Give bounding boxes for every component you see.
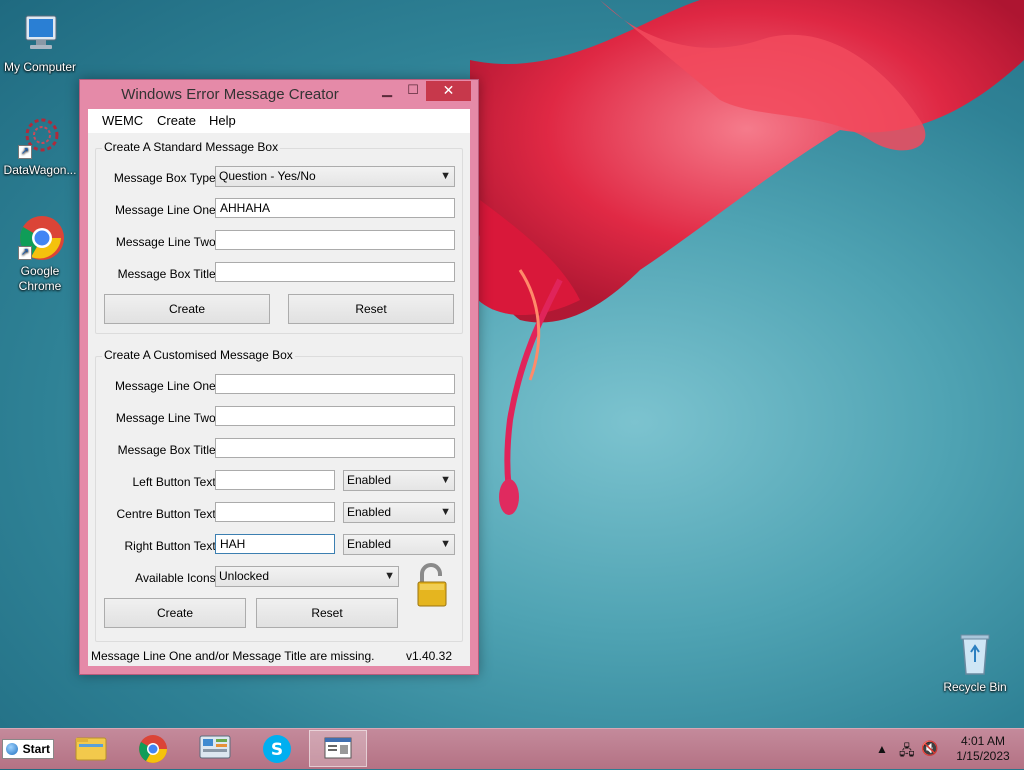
minimize-icon: ▁ <box>382 82 392 97</box>
desktop-icon-datawagon[interactable]: ↗ DataWagon... <box>0 113 80 178</box>
desktop-icon-label: My Computer <box>3 60 77 74</box>
recycle-bin-icon <box>951 630 999 678</box>
clock-date: 1/15/2023 <box>956 749 1010 763</box>
control-panel-icon <box>199 735 231 759</box>
status-bar: Message Line One and/or Message Title ar… <box>88 646 470 666</box>
taskbar-chrome[interactable] <box>124 730 182 767</box>
shortcut-arrow-icon: ↗ <box>18 246 32 260</box>
taskbar-wemc[interactable] <box>309 730 367 767</box>
datawagon-icon: ↗ <box>16 113 64 161</box>
menu-wemc[interactable]: WEMC <box>102 113 143 128</box>
cust-line-one-input[interactable] <box>215 374 455 394</box>
left-button-text-label: Left Button Text: <box>132 475 219 489</box>
chevron-down-icon: ▼ <box>440 170 451 182</box>
taskbar-file-explorer[interactable] <box>62 730 120 767</box>
start-button[interactable]: Start <box>2 739 54 759</box>
shortcut-arrow-icon: ↗ <box>18 145 32 159</box>
standard-message-group: Create A Standard Message Box Message Bo… <box>95 140 463 334</box>
cust-create-button[interactable]: Create <box>104 598 246 628</box>
wemc-app-icon <box>324 737 352 759</box>
chevron-down-icon: ▼ <box>440 474 451 486</box>
network-icon[interactable]: 🖧 <box>899 740 915 764</box>
centre-button-text-label: Centre Button Text: <box>116 507 219 521</box>
std-line-two-input[interactable] <box>215 230 455 250</box>
centre-button-state-value: Enabled <box>347 505 392 519</box>
desktop-icon-recycle-bin[interactable]: Recycle Bin <box>935 630 1015 695</box>
chevron-down-icon: ▼ <box>440 538 451 550</box>
std-title-input[interactable] <box>215 262 455 282</box>
right-button-text-input[interactable]: HAH <box>215 534 335 554</box>
cust-line-two-input[interactable] <box>215 406 455 426</box>
minimize-button[interactable]: ▁ <box>376 81 398 101</box>
maximize-button[interactable]: ☐ <box>402 81 424 101</box>
std-line-one-label: Message Line One: <box>114 203 219 217</box>
left-button-state-value: Enabled <box>347 473 392 487</box>
chrome-icon: ↗ <box>16 214 64 262</box>
window-title: Windows Error Message Creator <box>121 86 339 103</box>
available-icons-label: Available Icons: <box>135 571 219 585</box>
custom-message-group: Create A Customised Message Box Message … <box>95 348 463 642</box>
cust-line-one-label: Message Line One: <box>114 379 219 393</box>
std-create-button[interactable]: Create <box>104 294 270 324</box>
wemc-window: Windows Error Message Creator ▁ ☐ ✕ WEMC… <box>79 79 479 675</box>
volume-muted-icon[interactable]: 🔇 <box>921 740 938 757</box>
std-title-label: Message Box Title: <box>117 267 219 281</box>
close-icon: ✕ <box>442 82 455 98</box>
clock[interactable]: 4:01 AM 1/15/2023 <box>948 734 1018 764</box>
windows-orb-icon <box>6 743 18 755</box>
message-box-type-label: Message Box Type: <box>113 171 219 185</box>
message-box-type-select[interactable]: Question - Yes/No ▼ <box>215 166 455 187</box>
menu-help[interactable]: Help <box>209 113 236 128</box>
computer-icon <box>16 10 64 58</box>
version-label: v1.40.32 <box>405 649 452 663</box>
status-message: Message Line One and/or Message Title ar… <box>91 649 375 663</box>
show-hidden-icons-button[interactable]: ▲ <box>876 742 888 756</box>
cust-title-label: Message Box Title: <box>117 443 219 457</box>
chevron-down-icon: ▼ <box>384 570 395 582</box>
padlock-unlocked-icon[interactable] <box>414 562 450 608</box>
taskbar-skype[interactable]: S <box>248 730 306 767</box>
desktop-icon-label: Recycle Bin <box>943 680 1007 694</box>
centre-button-state-select[interactable]: Enabled ▼ <box>343 502 455 523</box>
close-button[interactable]: ✕ <box>426 81 471 101</box>
window-titlebar[interactable]: Windows Error Message Creator ▁ ☐ ✕ <box>80 80 478 108</box>
available-icons-value: Unlocked <box>219 569 270 583</box>
skype-icon: S <box>263 735 291 763</box>
menu-bar: WEMC Create Help <box>88 109 470 133</box>
desktop-icon-label: Google Chrome <box>18 264 62 293</box>
folder-icon <box>75 737 107 761</box>
taskbar-control-panel[interactable] <box>186 730 244 767</box>
chevron-down-icon: ▼ <box>440 506 451 518</box>
cust-line-two-label: Message Line Two: <box>115 411 219 425</box>
std-reset-button[interactable]: Reset <box>288 294 454 324</box>
taskbar: Start S ▲ 🖧 🔇 4:01 AM 1/15/2023 <box>0 728 1024 769</box>
left-button-state-select[interactable]: Enabled ▼ <box>343 470 455 491</box>
desktop-icon-my-computer[interactable]: My Computer <box>0 10 80 75</box>
right-button-state-value: Enabled <box>347 537 392 551</box>
desktop-icon-google-chrome[interactable]: ↗ Google Chrome <box>0 214 80 294</box>
cust-reset-button[interactable]: Reset <box>256 598 398 628</box>
std-line-one-input[interactable]: AHHAHA <box>215 198 455 218</box>
message-box-type-value: Question - Yes/No <box>219 169 316 183</box>
start-label: Start <box>22 742 50 756</box>
window-client-area: WEMC Create Help Create A Standard Messa… <box>88 109 470 666</box>
chrome-icon <box>139 735 167 763</box>
right-button-text-label: Right Button Text: <box>124 539 220 553</box>
desktop-icon-label: DataWagon... <box>3 163 77 177</box>
clock-time: 4:01 AM <box>960 734 1006 748</box>
maximize-icon: ☐ <box>407 82 419 97</box>
svg-text:S: S <box>271 740 283 760</box>
cust-title-input[interactable] <box>215 438 455 458</box>
chevron-up-icon: ▲ <box>876 742 888 756</box>
menu-create[interactable]: Create <box>157 113 196 128</box>
std-line-two-label: Message Line Two: <box>115 235 219 249</box>
available-icons-select[interactable]: Unlocked ▼ <box>215 566 399 587</box>
custom-group-title: Create A Customised Message Box <box>102 348 295 362</box>
left-button-text-input[interactable] <box>215 470 335 490</box>
centre-button-text-input[interactable] <box>215 502 335 522</box>
right-button-state-select[interactable]: Enabled ▼ <box>343 534 455 555</box>
standard-group-title: Create A Standard Message Box <box>102 140 281 154</box>
